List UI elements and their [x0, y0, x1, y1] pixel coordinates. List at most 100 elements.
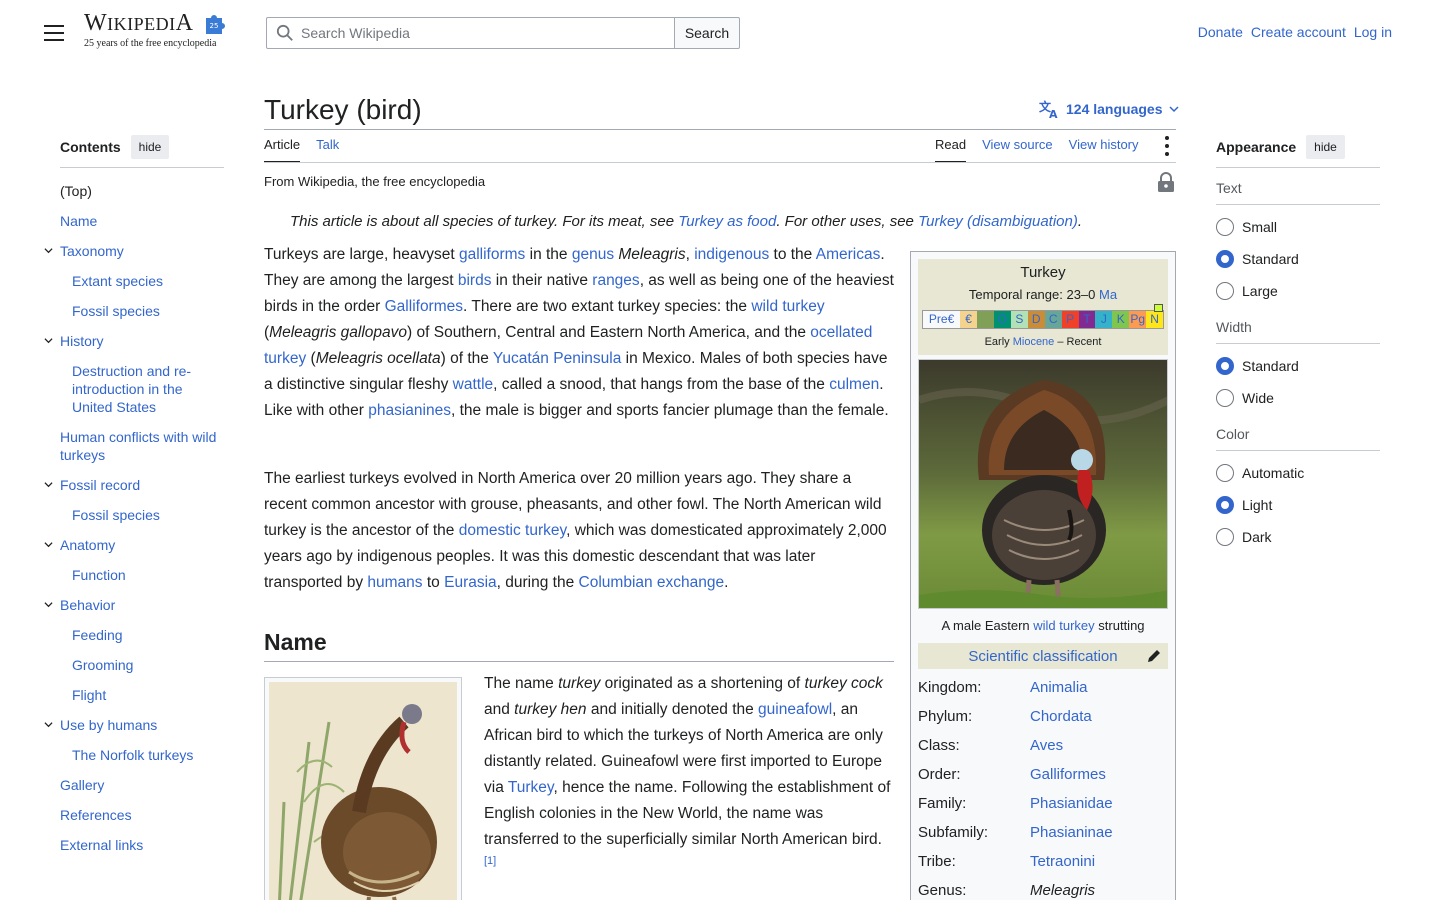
ranges-link[interactable]: ranges — [592, 272, 639, 289]
toc-item-label[interactable]: Destruction and re-introduction in the U… — [72, 363, 191, 415]
domestic-turkey-link[interactable]: domestic turkey — [459, 522, 566, 539]
timescale-period[interactable]: C — [1044, 311, 1062, 328]
timescale-period[interactable]: T — [1078, 311, 1096, 328]
toc-item-label[interactable]: Anatomy — [60, 537, 115, 553]
turkey-as-food-link[interactable]: Turkey as food — [678, 213, 776, 230]
toc-item-label[interactable]: Gallery — [60, 777, 104, 793]
log-in-link[interactable]: Log in — [1354, 24, 1392, 40]
wattle-link[interactable]: wattle — [453, 376, 494, 393]
radio-unselected[interactable] — [1216, 282, 1234, 300]
chevron-down-icon[interactable] — [44, 600, 53, 609]
radio-unselected[interactable] — [1216, 464, 1234, 482]
toc-item-top[interactable]: (Top) — [60, 176, 224, 206]
taxon-phasianinae[interactable]: Phasianinae — [1030, 824, 1168, 841]
timescale-period[interactable]: J — [1095, 311, 1113, 328]
culmen-link[interactable]: culmen — [829, 376, 879, 393]
turkey-disambiguation-link[interactable]: Turkey (disambiguation) — [918, 213, 1078, 230]
timescale-period[interactable]: K — [1112, 311, 1130, 328]
galliformes-link[interactable]: Galliformes — [385, 298, 463, 315]
radio-selected[interactable] — [1216, 496, 1234, 514]
chevron-down-icon[interactable] — [44, 540, 53, 549]
taxon-chordata[interactable]: Chordata — [1030, 708, 1168, 725]
donate-link[interactable]: Donate — [1198, 24, 1243, 40]
toc-item-grooming[interactable]: Grooming — [60, 650, 224, 680]
toc-item-feeding[interactable]: Feeding — [60, 620, 224, 650]
wild-turkey-link[interactable]: wild turkey — [1033, 618, 1094, 633]
toc-item-references[interactable]: References — [60, 800, 224, 830]
toc-item-label[interactable]: Function — [72, 567, 126, 583]
tab-read[interactable]: Read — [935, 130, 967, 163]
chevron-down-icon[interactable] — [44, 720, 53, 729]
toc-item-label[interactable]: Extant species — [72, 273, 163, 289]
yucat-n-peninsula-link[interactable]: Yucatán Peninsula — [493, 350, 621, 367]
toc-item-history[interactable]: History — [44, 326, 224, 356]
wild-turkey-photo[interactable] — [918, 359, 1168, 609]
radio-unselected[interactable] — [1216, 218, 1234, 236]
radio-selected[interactable] — [1216, 357, 1234, 375]
toc-item-label[interactable]: Fossil species — [72, 303, 160, 319]
phasianines-link[interactable]: phasianines — [368, 402, 451, 419]
toc-item-fossil-species[interactable]: Fossil species — [60, 296, 224, 326]
option-color-automatic[interactable]: Automatic — [1216, 457, 1380, 489]
taxon-phasianidae[interactable]: Phasianidae — [1030, 795, 1168, 812]
toc-item-label[interactable]: Grooming — [72, 657, 133, 673]
toc-item-label[interactable]: The Norfolk turkeys — [72, 747, 193, 763]
radio-selected[interactable] — [1216, 250, 1234, 268]
toc-item-label[interactable]: Use by humans — [60, 717, 157, 733]
toc-item-behavior[interactable]: Behavior — [44, 590, 224, 620]
option-text-standard[interactable]: Standard — [1216, 243, 1380, 275]
option-width-wide[interactable]: Wide — [1216, 382, 1380, 414]
chevron-down-icon[interactable] — [44, 246, 53, 255]
tab-talk[interactable]: Talk — [316, 130, 339, 163]
toc-item-label[interactable]: Flight — [72, 687, 106, 703]
indigenous-link[interactable]: indigenous — [694, 246, 769, 263]
option-color-light[interactable]: Light — [1216, 489, 1380, 521]
timescale-period[interactable]: € — [960, 311, 978, 328]
humans-link[interactable]: humans — [367, 574, 422, 591]
americas-link[interactable]: Americas — [816, 246, 881, 263]
main-menu-button[interactable] — [42, 22, 66, 44]
toc-item-extant-species[interactable]: Extant species — [60, 266, 224, 296]
taxon-animalia[interactable]: Animalia — [1030, 679, 1168, 696]
tab-view-history[interactable]: View history — [1069, 130, 1139, 163]
toc-item-human-conflicts-with-wild-turkeys[interactable]: Human conflicts with wild turkeys — [60, 422, 224, 470]
taxon-galliformes[interactable]: Galliformes — [1030, 766, 1168, 783]
timescale-period[interactable] — [977, 311, 994, 328]
columbian-exchange-link[interactable]: Columbian exchange — [579, 574, 725, 591]
toc-item-label[interactable]: Taxonomy — [60, 243, 124, 259]
appearance-hide-button[interactable]: hide — [1306, 134, 1345, 159]
miocene-link[interactable]: Miocene — [1013, 336, 1055, 348]
option-text-small[interactable]: Small — [1216, 211, 1380, 243]
toc-item-the-norfolk-turkeys[interactable]: The Norfolk turkeys — [60, 740, 224, 770]
toc-item-label[interactable]: Fossil record — [60, 477, 140, 493]
chevron-down-icon[interactable] — [44, 480, 53, 489]
timescale-period[interactable]: S — [1010, 311, 1028, 328]
toc-item-gallery[interactable]: Gallery — [60, 770, 224, 800]
turkey-link[interactable]: Turkey — [508, 779, 554, 796]
genus-link[interactable]: genus — [572, 246, 614, 263]
search-input[interactable] — [301, 25, 674, 41]
create-account-link[interactable]: Create account — [1251, 24, 1346, 40]
toc-item-label[interactable]: References — [60, 807, 132, 823]
toc-item-external-links[interactable]: External links — [60, 830, 224, 860]
timescale-period[interactable]: O — [994, 311, 1011, 328]
taxon-tetraonini[interactable]: Tetraonini — [1030, 853, 1168, 870]
tab-article[interactable]: Article — [264, 130, 301, 163]
search-field[interactable] — [266, 17, 675, 49]
timescale-period[interactable]: Pg — [1129, 311, 1147, 328]
toc-item-function[interactable]: Function — [60, 560, 224, 590]
wild-turkey-link[interactable]: wild turkey — [751, 298, 824, 315]
ma-link[interactable]: Ma — [1099, 287, 1117, 302]
chevron-down-icon[interactable] — [44, 336, 53, 345]
toc-item-fossil-record[interactable]: Fossil record — [44, 470, 224, 500]
toc-item-name[interactable]: Name — [60, 206, 224, 236]
timescale-period[interactable]: Pre€ — [923, 311, 961, 328]
toc-item-label[interactable]: History — [60, 333, 104, 349]
birds-link[interactable]: birds — [458, 272, 492, 289]
toc-item-label[interactable]: Feeding — [72, 627, 123, 643]
language-button[interactable]: 文 A 124 languages — [1038, 99, 1179, 119]
toc-item-use-by-humans[interactable]: Use by humans — [44, 710, 224, 740]
toc-item-label[interactable]: (Top) — [60, 183, 92, 199]
tab-view-source[interactable]: View source — [982, 130, 1053, 163]
toc-item-label[interactable]: Fossil species — [72, 507, 160, 523]
